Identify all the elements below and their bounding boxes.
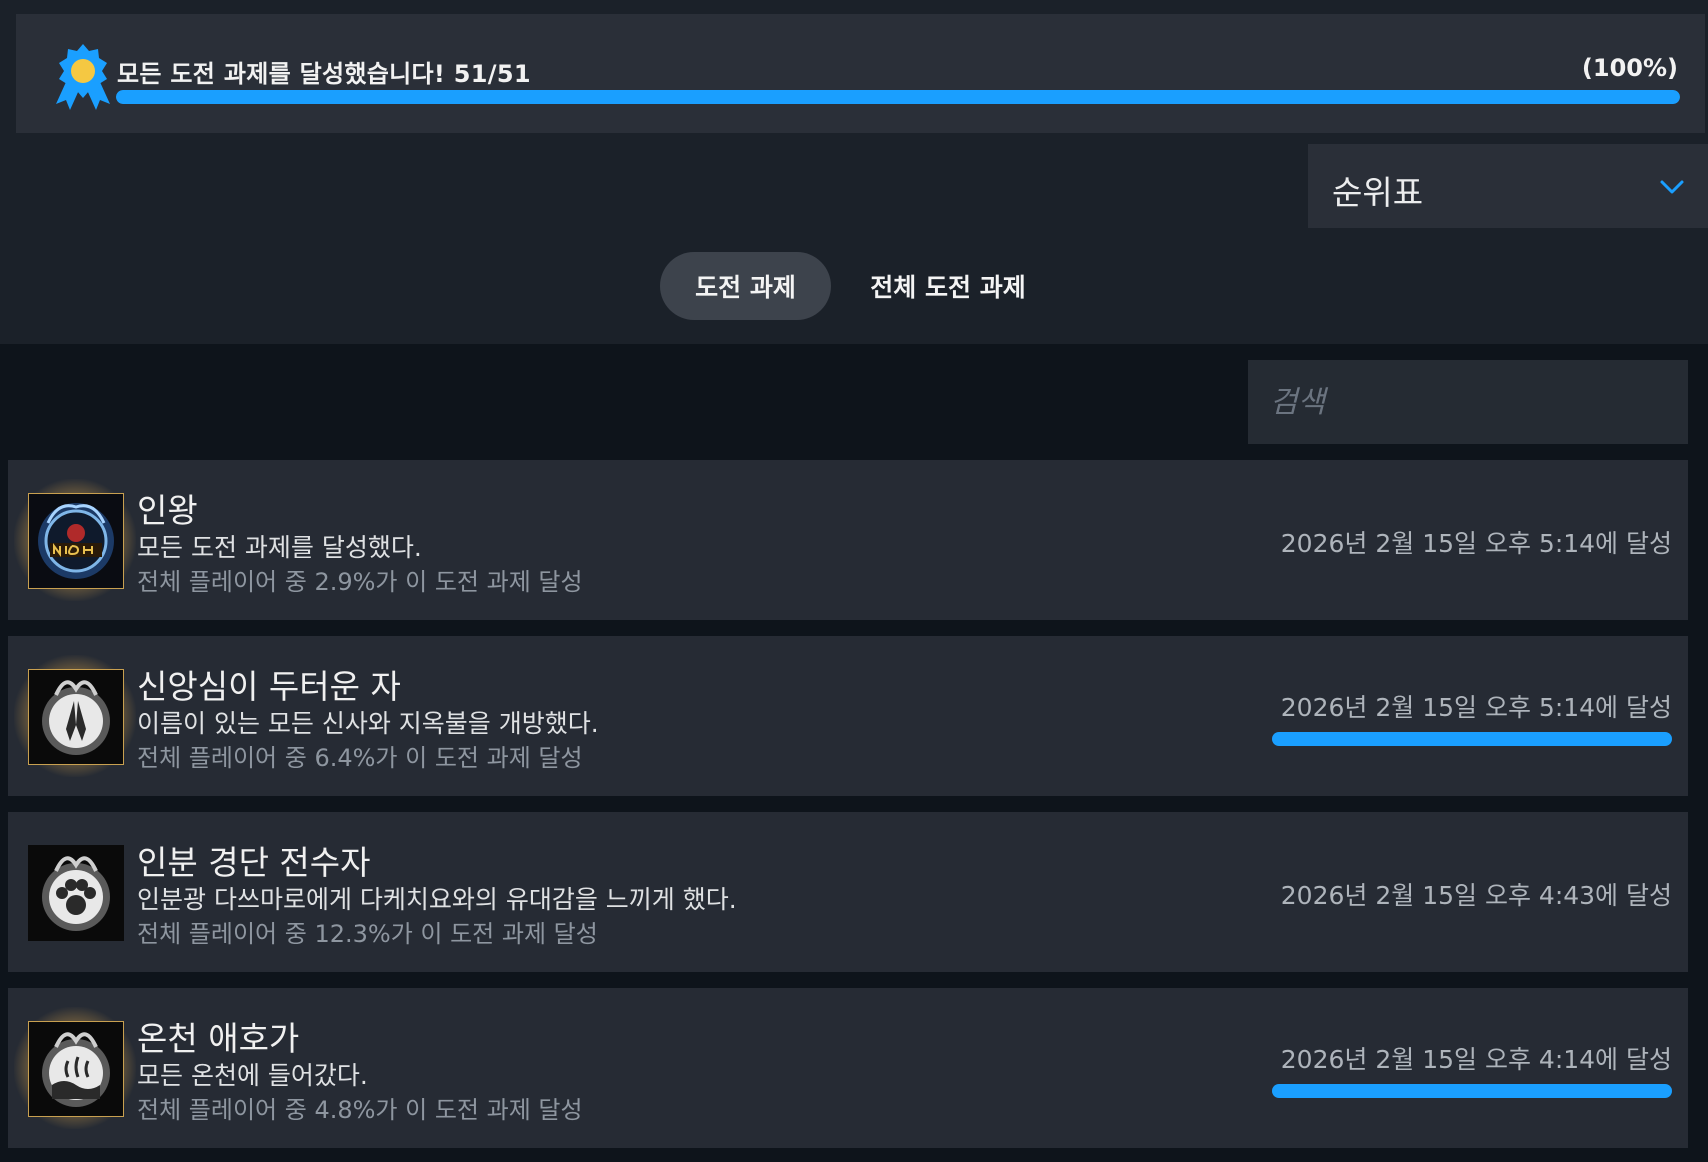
achievement-icon-frame <box>14 1007 136 1129</box>
achievement-icon-frame <box>14 479 136 601</box>
achievement-title: 인분 경단 전수자 <box>137 843 371 882</box>
achievement-global-percent: 전체 플레이어 중 12.3%가 이 도전 과제 달성 <box>137 920 598 948</box>
hot-spring-icon <box>28 1021 124 1117</box>
achievement-global-percent: 전체 플레이어 중 2.9%가 이 도전 과제 달성 <box>137 568 583 596</box>
paw-print-icon <box>28 845 124 941</box>
achievement-title: 온천 애호가 <box>137 1019 300 1058</box>
achievement-title: 인왕 <box>137 491 198 530</box>
achievement-summary: 모든 도전 과제를 달성했습니다! 51/51 (100%) <box>16 14 1705 133</box>
summary-percent: (100%) <box>1581 54 1678 82</box>
achievement-unlock-date: 2026년 2월 15일 오후 4:43에 달성 <box>1280 881 1672 910</box>
sort-dropdown[interactable]: 순위표 <box>1308 144 1708 228</box>
tab-all-achievements[interactable]: 전체 도전 과제 <box>852 252 1044 320</box>
summary-progress-fill <box>116 90 1680 104</box>
tab-achievements[interactable]: 도전 과제 <box>660 252 831 320</box>
search-input[interactable] <box>1248 360 1688 444</box>
achievement-progress-bar <box>1272 1084 1672 1098</box>
award-ribbon-icon <box>56 44 110 110</box>
achievement-icon-frame <box>14 655 136 777</box>
nioh-emblem-icon <box>28 493 124 589</box>
search-box[interactable] <box>1248 360 1688 444</box>
praying-hands-icon <box>28 669 124 765</box>
achievement-global-percent: 전체 플레이어 중 4.8%가 이 도전 과제 달성 <box>137 1096 583 1124</box>
summary-progress-bar <box>116 90 1680 104</box>
achievement-description: 인분광 다쓰마로에게 다케치요와의 유대감을 느끼게 했다. <box>137 885 737 914</box>
achievement-row[interactable]: 신앙심이 두터운 자 이름이 있는 모든 신사와 지옥불을 개방했다. 전체 플… <box>8 636 1688 796</box>
achievement-unlock-date: 2026년 2월 15일 오후 5:14에 달성 <box>1280 693 1672 722</box>
achievement-row[interactable]: 인분 경단 전수자 인분광 다쓰마로에게 다케치요와의 유대감을 느끼게 했다.… <box>8 812 1688 972</box>
achievement-icon-frame <box>22 839 128 945</box>
achievement-global-percent: 전체 플레이어 중 6.4%가 이 도전 과제 달성 <box>137 744 583 772</box>
achievement-row[interactable]: 인왕 모든 도전 과제를 달성했다. 전체 플레이어 중 2.9%가 이 도전 … <box>8 460 1688 620</box>
achievement-description: 모든 도전 과제를 달성했다. <box>137 533 422 562</box>
achievement-progress-bar <box>1272 732 1672 746</box>
chevron-down-icon <box>1660 180 1684 194</box>
achievement-row[interactable]: 온천 애호가 모든 온천에 들어갔다. 전체 플레이어 중 4.8%가 이 도전… <box>8 988 1688 1148</box>
sort-selected-label: 순위표 <box>1332 173 1424 212</box>
summary-text: 모든 도전 과제를 달성했습니다! 51/51 <box>117 60 531 88</box>
achievement-description: 이름이 있는 모든 신사와 지옥불을 개방했다. <box>137 709 599 738</box>
achievement-description: 모든 온천에 들어갔다. <box>137 1061 368 1090</box>
achievement-title: 신앙심이 두터운 자 <box>137 667 401 706</box>
achievement-unlock-date: 2026년 2월 15일 오후 4:14에 달성 <box>1280 1045 1672 1074</box>
achievement-unlock-date: 2026년 2월 15일 오후 5:14에 달성 <box>1280 529 1672 558</box>
